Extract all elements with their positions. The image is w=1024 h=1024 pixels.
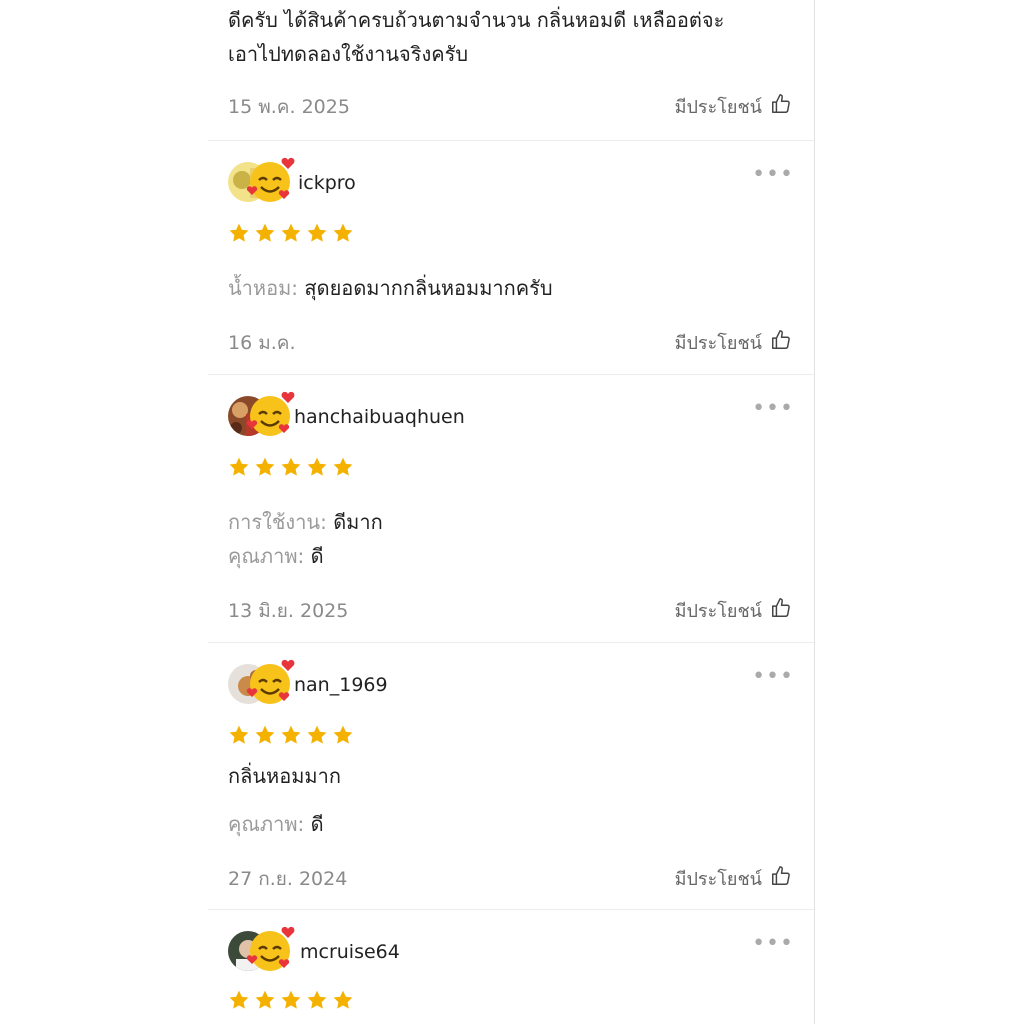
star-rating: [228, 989, 354, 1015]
divider: [208, 909, 814, 910]
star-icon: [228, 222, 250, 248]
star-rating: [228, 456, 354, 482]
more-options-icon[interactable]: •••: [752, 396, 794, 421]
star-icon: [306, 989, 328, 1015]
review-date: 16 ม.ค.: [228, 332, 296, 354]
review-date: 27 ก.ย. 2024: [228, 868, 348, 890]
attribute-value: ดี: [310, 812, 324, 836]
star-icon: [254, 989, 276, 1015]
smiling-face-with-hearts-icon: [246, 923, 298, 975]
attribute-label: น้ำหอม:: [228, 276, 299, 300]
review-comment: กลิ่นหอมมาก: [228, 764, 341, 788]
helpful-button[interactable]: มีประโยชน์: [675, 596, 792, 625]
more-options-icon[interactable]: •••: [752, 664, 794, 689]
review-date: 13 มิ.ย. 2025: [228, 600, 349, 622]
avatar[interactable]: [228, 923, 295, 971]
star-icon: [332, 724, 354, 750]
username[interactable]: hanchaibuaqhuen: [294, 406, 465, 428]
star-icon: [332, 456, 354, 482]
review-text: ดีครับ ได้สินค้าครบถ้วนตามจำนวน กลิ่นหอม…: [228, 8, 725, 32]
attribute-label: คุณภาพ:: [228, 812, 305, 836]
smiling-face-with-hearts-icon: [246, 388, 298, 440]
attribute-label: คุณภาพ:: [228, 544, 305, 568]
star-icon: [228, 724, 250, 750]
star-icon: [254, 456, 276, 482]
review-text: เอาไปทดลองใช้งานจริงครับ: [228, 42, 469, 66]
star-icon: [332, 989, 354, 1015]
more-options-icon[interactable]: •••: [752, 931, 794, 956]
smiling-face-with-hearts-icon: [246, 154, 298, 206]
review-attribute: การใช้งาน: ดีมาก: [228, 506, 383, 538]
avatar[interactable]: [228, 656, 295, 704]
helpful-label: มีประโยชน์: [674, 601, 762, 622]
helpful-button[interactable]: มีประโยชน์: [675, 864, 792, 893]
review-date: 15 พ.ค. 2025: [228, 96, 350, 118]
star-icon: [306, 222, 328, 248]
attribute-value: ดีมาก: [333, 510, 383, 534]
username[interactable]: nan_1969: [294, 674, 388, 696]
star-icon: [332, 222, 354, 248]
star-icon: [280, 222, 302, 248]
star-icon: [280, 724, 302, 750]
attribute-value: สุดยอดมากกลิ่นหอมมากครับ: [304, 276, 553, 300]
username[interactable]: mcruise64: [300, 941, 400, 963]
star-icon: [306, 724, 328, 750]
divider: [208, 140, 814, 141]
star-icon: [254, 724, 276, 750]
star-icon: [228, 989, 250, 1015]
star-icon: [306, 456, 328, 482]
attribute-label: การใช้งาน:: [228, 510, 327, 534]
helpful-label: มีประโยชน์: [674, 97, 762, 118]
avatar[interactable]: [228, 154, 295, 202]
smiling-face-with-hearts-icon: [246, 656, 298, 708]
thumbs-up-icon: [770, 329, 792, 356]
star-rating: [228, 222, 354, 248]
username[interactable]: ickpro: [298, 172, 356, 194]
thumbs-up-icon: [770, 93, 792, 120]
star-icon: [280, 989, 302, 1015]
divider: [208, 374, 814, 375]
helpful-button[interactable]: มีประโยชน์: [675, 328, 792, 357]
helpful-button[interactable]: มีประโยชน์: [675, 92, 792, 121]
review-attribute: น้ำหอม: สุดยอดมากกลิ่นหอมมากครับ: [228, 272, 553, 304]
avatar[interactable]: [228, 388, 295, 436]
review-attribute: คุณภาพ: ดี: [228, 540, 324, 572]
star-icon: [254, 222, 276, 248]
review-attribute: คุณภาพ: ดี: [228, 808, 324, 840]
attribute-value: ดี: [310, 544, 324, 568]
reviews-panel: ดีครับ ได้สินค้าครบถ้วนตามจำนวน กลิ่นหอม…: [208, 0, 815, 1024]
thumbs-up-icon: [770, 865, 792, 892]
thumbs-up-icon: [770, 597, 792, 624]
star-icon: [228, 456, 250, 482]
star-rating: [228, 724, 354, 750]
helpful-label: มีประโยชน์: [674, 869, 762, 890]
helpful-label: มีประโยชน์: [674, 333, 762, 354]
divider: [208, 642, 814, 643]
more-options-icon[interactable]: •••: [752, 162, 794, 187]
star-icon: [280, 456, 302, 482]
